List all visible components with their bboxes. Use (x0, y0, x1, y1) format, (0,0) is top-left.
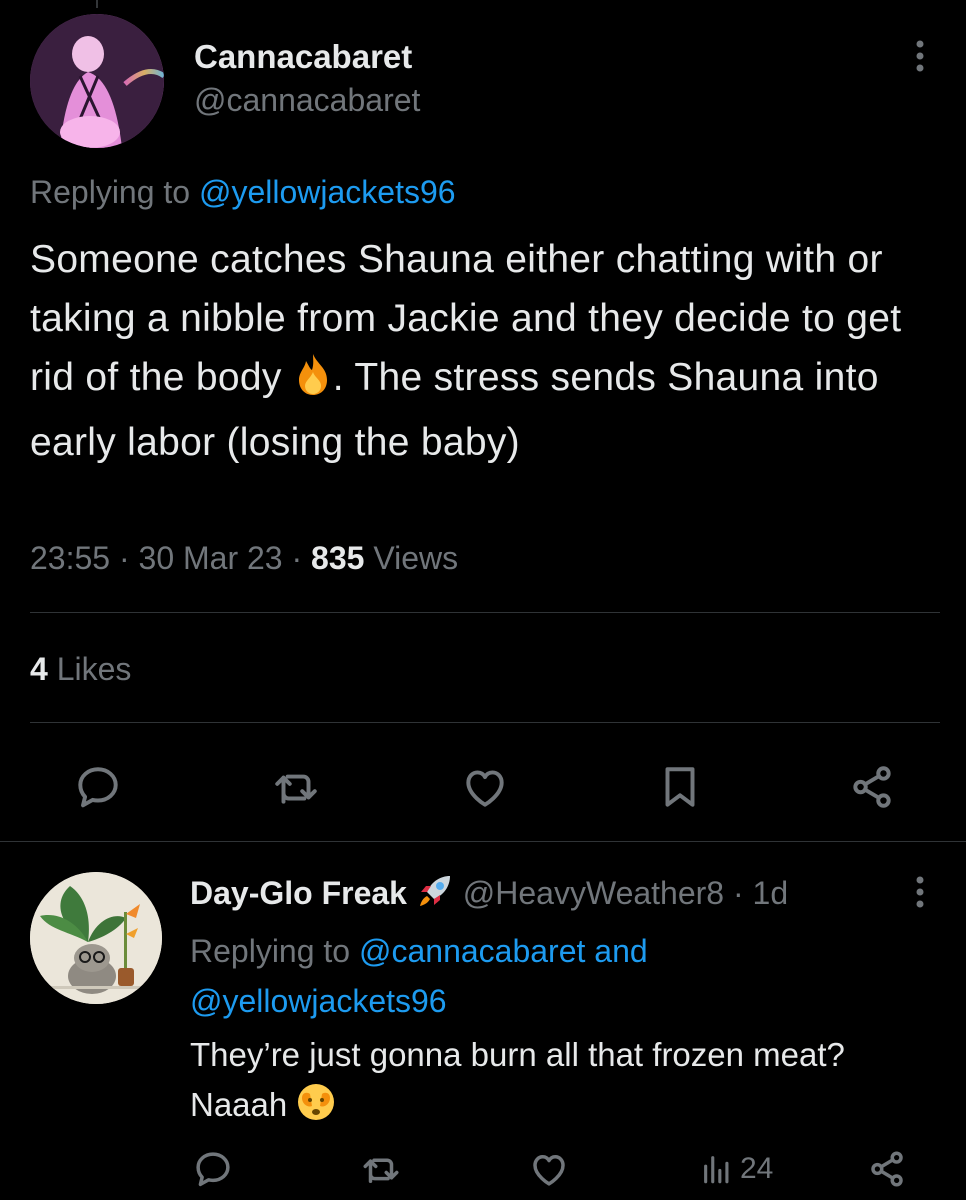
replying-to-link[interactable]: @yellowjackets96 (199, 174, 456, 210)
face-with-peeking-eye-emoji (296, 1082, 336, 1136)
reply-header: Day-Glo Freak @HeavyWeather8 · 1d (190, 872, 788, 918)
replying-to-link-1[interactable]: @cannacabaret (359, 933, 585, 969)
like-icon[interactable] (459, 761, 511, 813)
meta-separator: · (724, 875, 753, 911)
replying-to-label: Replying to (190, 933, 359, 969)
likes-label: Likes (47, 651, 132, 687)
share-icon[interactable] (846, 761, 898, 813)
reply-more-options-icon[interactable] (908, 870, 932, 914)
reply-avatar[interactable] (30, 872, 162, 1004)
replying-to-link-2[interactable]: @yellowjackets96 (190, 983, 447, 1019)
likes-summary[interactable]: 4 Likes (30, 651, 131, 688)
replying-to-label: Replying to (30, 174, 199, 210)
retweet-icon[interactable] (270, 761, 322, 813)
reply-avatar-image (30, 872, 162, 1004)
fire-emoji (293, 352, 333, 413)
author-display-name[interactable]: Cannacabaret (194, 38, 412, 76)
rocket-emoji (416, 872, 454, 918)
avatar[interactable] (30, 14, 164, 148)
likes-count: 4 (30, 651, 48, 687)
replying-to-and[interactable]: and (585, 933, 647, 969)
tweet-time[interactable]: 23:55 (30, 540, 110, 576)
replying-to: Replying to @yellowjackets96 (30, 174, 456, 211)
reply-replying-to: Replying to @cannacabaret and @yellowjack… (190, 926, 910, 1026)
reply-icon[interactable] (72, 761, 124, 813)
tweet-text: Someone catches Shauna either chatting w… (30, 230, 936, 472)
views-count: 835 (311, 540, 365, 576)
reply-reply-icon[interactable] (190, 1146, 236, 1192)
reply-text-line1: They’re just gonna burn all that frozen … (190, 1036, 845, 1073)
author-handle[interactable]: @cannacabaret (194, 82, 420, 119)
reply-author-handle[interactable]: @HeavyWeather8 (463, 875, 724, 911)
divider (0, 841, 966, 842)
more-options-icon[interactable] (908, 34, 932, 78)
views-icon (704, 1156, 729, 1184)
reply-text: They’re just gonna burn all that frozen … (190, 1030, 950, 1136)
thread-connector-line (96, 0, 98, 8)
reply-like-icon[interactable] (526, 1146, 572, 1192)
reply-text-line2: Naaah (190, 1086, 297, 1123)
avatar-image (30, 14, 164, 148)
divider (30, 612, 940, 613)
tweet-date[interactable]: 30 Mar 23 (139, 540, 283, 576)
reply-age[interactable]: 1d (753, 875, 789, 911)
meta-separator: · (282, 540, 312, 576)
tweet-metadata: 23:55 · 30 Mar 23 · 835 Views (30, 540, 458, 577)
reply-share-icon[interactable] (864, 1146, 910, 1192)
views-label: Views (364, 540, 459, 576)
reply-author-display-name[interactable]: Day-Glo Freak (190, 875, 407, 911)
meta-separator: · (110, 540, 139, 576)
divider (30, 722, 940, 723)
reply-retweet-icon[interactable] (358, 1146, 404, 1192)
reply-views-count: 24 (740, 1152, 774, 1185)
bookmark-icon[interactable] (654, 761, 706, 813)
reply-views[interactable]: 24 (700, 1146, 800, 1192)
